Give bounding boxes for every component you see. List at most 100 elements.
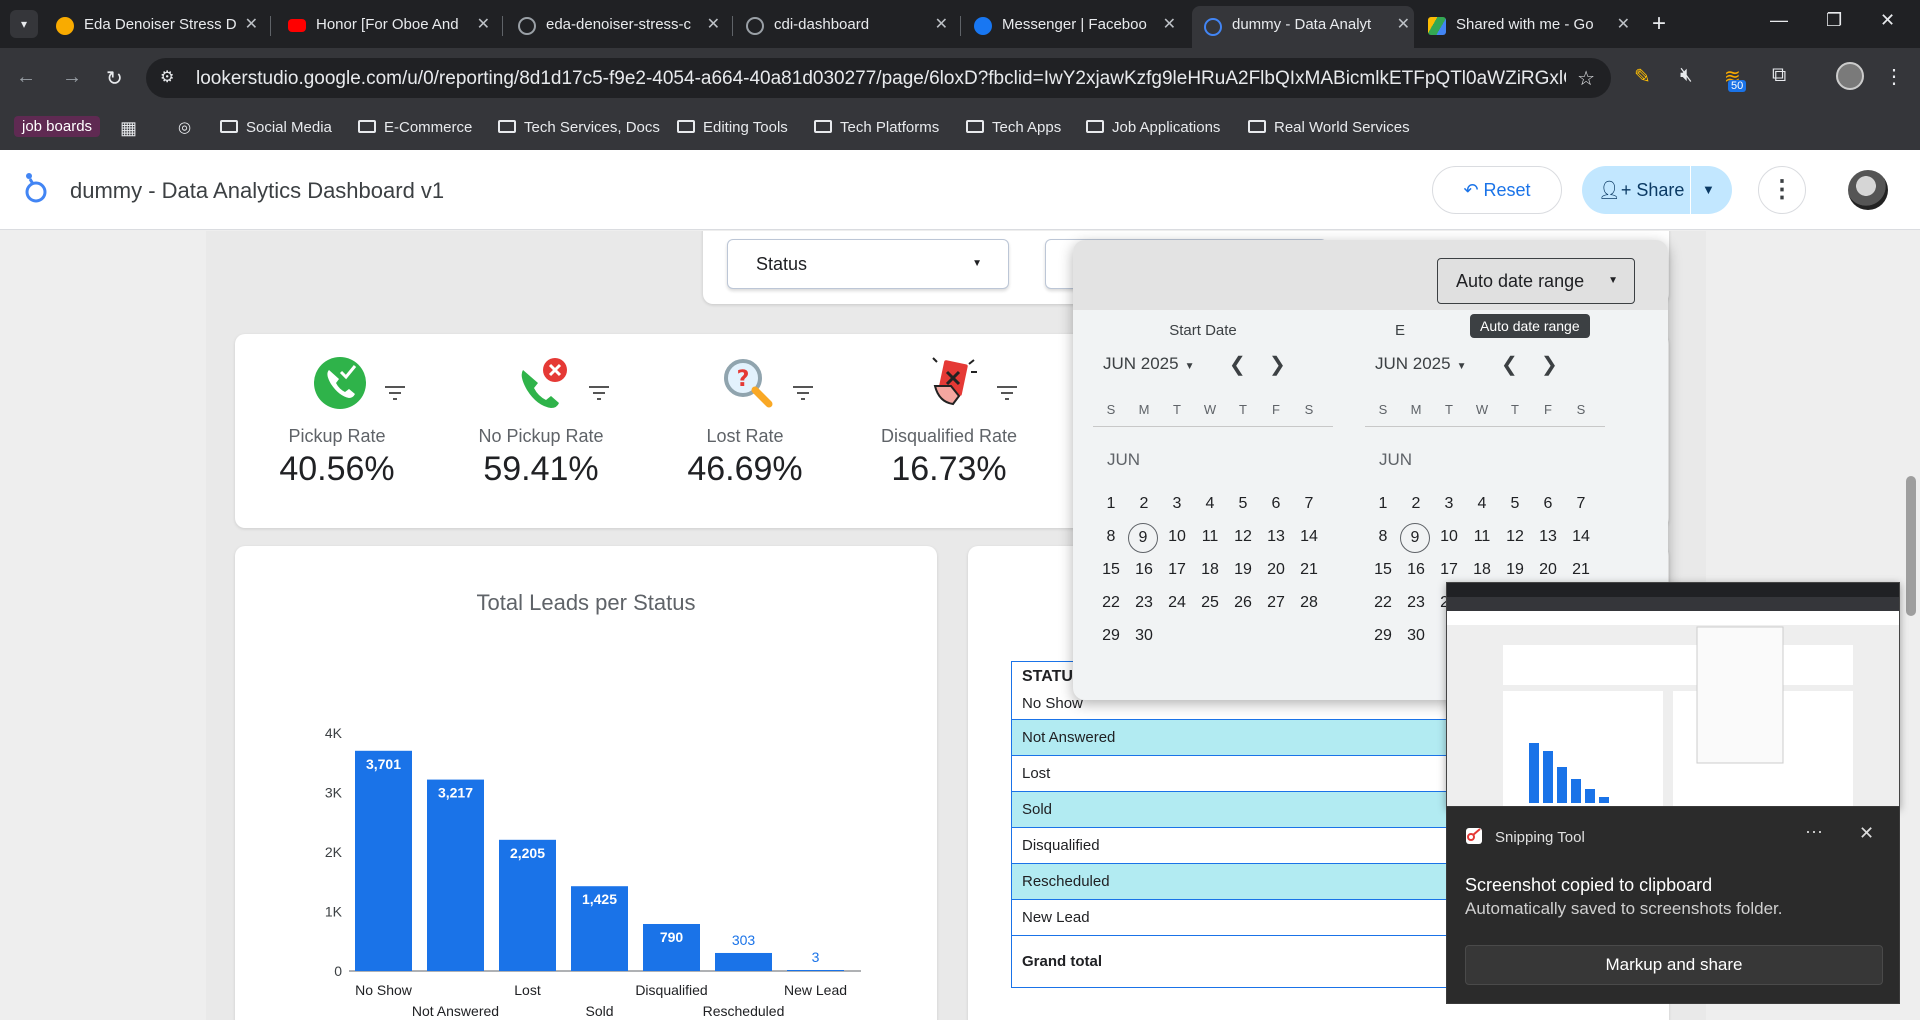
calendar-day[interactable]: 22 <box>1367 589 1399 617</box>
highlighter-extension-icon[interactable]: ✎ <box>1634 64 1651 89</box>
calendar-day[interactable]: 27 <box>1260 589 1292 617</box>
back-icon[interactable]: ← <box>16 66 36 89</box>
filter-icon[interactable] <box>385 386 405 400</box>
calendar-day[interactable]: 3 <box>1433 490 1465 518</box>
calendar-day[interactable]: 11 <box>1194 523 1226 551</box>
bar[interactable] <box>427 779 484 971</box>
calendar-day[interactable]: 7 <box>1565 490 1597 518</box>
bookmark-star-icon[interactable]: ☆ <box>1577 66 1595 91</box>
calendar-day[interactable]: 26 <box>1227 589 1259 617</box>
bookmark-folder[interactable]: Tech Platforms <box>814 116 939 140</box>
more-options-icon[interactable]: ··· <box>1805 821 1823 842</box>
calendar-day[interactable]: 10 <box>1433 523 1465 551</box>
looker-studio-logo-icon[interactable] <box>22 172 48 206</box>
tab-messenger[interactable]: Messenger | Faceboo ✕ <box>974 8 1180 42</box>
calendar-day[interactable]: 20 <box>1532 556 1564 584</box>
bookmark-job-boards[interactable]: job boards <box>14 116 101 137</box>
calendar-day[interactable]: 21 <box>1565 556 1597 584</box>
bar[interactable] <box>715 952 772 971</box>
kpi-pickup-rate[interactable]: Pickup Rate 40.56% <box>235 334 439 528</box>
bookmark-folder[interactable]: Editing Tools <box>677 116 788 140</box>
share-dropdown-icon[interactable]: ▼ <box>1702 166 1715 214</box>
close-icon[interactable]: ✕ <box>477 8 490 42</box>
close-icon[interactable]: ✕ <box>245 8 258 42</box>
bar[interactable] <box>355 750 412 971</box>
filter-icon[interactable] <box>997 386 1017 400</box>
calendar-day[interactable]: 12 <box>1227 523 1259 551</box>
calendar-day[interactable]: 12 <box>1499 523 1531 551</box>
calendar-day[interactable]: 18 <box>1466 556 1498 584</box>
tab-eda-denoiser-stress[interactable]: eda-denoiser-stress-c ✕ <box>518 8 724 42</box>
browser-menu-icon[interactable]: ⋮ <box>1884 64 1904 89</box>
profile-avatar[interactable] <box>1836 62 1864 90</box>
next-month-icon[interactable]: ❯ <box>1541 352 1558 377</box>
calendar-day[interactable]: 4 <box>1194 490 1226 518</box>
site-info-icon[interactable]: ⚙ <box>160 67 174 87</box>
calendar-day[interactable]: 23 <box>1400 589 1432 617</box>
bookmark-folder[interactable]: Real World Services <box>1248 116 1410 140</box>
bar[interactable] <box>787 970 844 971</box>
forward-icon[interactable]: → <box>62 66 82 89</box>
report-title[interactable]: dummy - Data Analytics Dashboard v1 <box>70 178 444 204</box>
calendar-day[interactable]: 9 <box>1128 523 1158 553</box>
kpi-no-pickup-rate[interactable]: No Pickup Rate 59.41% <box>439 334 643 528</box>
bookmark-folder[interactable]: Job Applications <box>1086 116 1220 140</box>
calendar-day[interactable]: 4 <box>1466 490 1498 518</box>
prev-month-icon[interactable]: ❮ <box>1229 352 1246 377</box>
tab-google-drive[interactable]: Shared with me - Go ✕ <box>1428 8 1634 42</box>
calendar-day[interactable]: 8 <box>1367 523 1399 551</box>
reload-icon[interactable]: ↻ <box>106 66 123 91</box>
calendar-day[interactable]: 14 <box>1293 523 1325 551</box>
calendar-day[interactable]: 13 <box>1260 523 1292 551</box>
calendar-day[interactable]: 5 <box>1499 490 1531 518</box>
screenshot-thumbnail[interactable] <box>1446 582 1900 808</box>
mute-icon[interactable]: 🔇︎ <box>1680 64 1693 87</box>
calendar-day[interactable]: 13 <box>1532 523 1564 551</box>
calendar-day[interactable]: 29 <box>1367 622 1399 650</box>
calendar-day[interactable]: 19 <box>1499 556 1531 584</box>
calendar-day[interactable]: 17 <box>1161 556 1193 584</box>
minimize-icon[interactable]: — <box>1770 10 1788 31</box>
bookmark-folder[interactable]: Tech Services, Docs <box>498 116 660 140</box>
calendar-day[interactable]: 30 <box>1128 622 1160 650</box>
new-tab-button[interactable]: + <box>1652 10 1666 38</box>
calendar-day[interactable]: 6 <box>1260 490 1292 518</box>
calendar-day[interactable]: 9 <box>1400 523 1430 553</box>
calendar-day[interactable]: 20 <box>1260 556 1292 584</box>
filter-icon[interactable] <box>589 386 609 400</box>
calendar-day[interactable]: 28 <box>1293 589 1325 617</box>
calendar-day[interactable]: 1 <box>1367 490 1399 518</box>
close-window-icon[interactable]: ✕ <box>1880 10 1895 31</box>
calendar-day[interactable]: 10 <box>1161 523 1193 551</box>
auto-date-range-dropdown[interactable]: Auto date range ▼ <box>1437 258 1635 304</box>
calendar-day[interactable]: 5 <box>1227 490 1259 518</box>
share-button[interactable]: 👤︎+ Share ▼ <box>1582 166 1732 214</box>
calendar-day[interactable]: 11 <box>1466 523 1498 551</box>
calendar-day[interactable]: 22 <box>1095 589 1127 617</box>
tab-dummy-dashboard[interactable]: dummy - Data Analyt ✕ <box>1192 6 1414 48</box>
url-text[interactable]: lookerstudio.google.com/u/0/reporting/8d… <box>196 68 1566 90</box>
calendar-day[interactable]: 16 <box>1400 556 1432 584</box>
markup-and-share-button[interactable]: Markup and share <box>1465 945 1883 985</box>
calendar-day[interactable]: 14 <box>1565 523 1597 551</box>
calendar-day[interactable]: 8 <box>1095 523 1127 551</box>
close-icon[interactable]: ✕ <box>1397 6 1410 44</box>
close-icon[interactable]: ✕ <box>1163 8 1176 42</box>
address-bar[interactable]: ⚙ lookerstudio.google.com/u/0/reporting/… <box>146 58 1611 98</box>
bookmark-folder[interactable]: Tech Apps <box>966 116 1061 140</box>
calendar-day[interactable]: 3 <box>1161 490 1193 518</box>
tab-cdi-dashboard[interactable]: cdi-dashboard ✕ <box>746 8 952 42</box>
calendar-day[interactable]: 6 <box>1532 490 1564 518</box>
calendar-day[interactable]: 15 <box>1367 556 1399 584</box>
month-selector[interactable]: JUN 2025 ▼ <box>1375 354 1467 374</box>
close-icon[interactable]: ✕ <box>1859 823 1874 844</box>
filter-icon[interactable] <box>793 386 813 400</box>
calendar-day[interactable]: 23 <box>1128 589 1160 617</box>
reset-button[interactable]: ↶ Reset <box>1432 166 1562 214</box>
tab-eda-denoiser[interactable]: Eda Denoiser Stress D ✕ <box>56 8 262 42</box>
calendar-day[interactable]: 18 <box>1194 556 1226 584</box>
kpi-disqualified-rate[interactable]: Disqualified Rate 16.73% <box>847 334 1051 528</box>
close-icon[interactable]: ✕ <box>1617 8 1630 42</box>
calendar-day[interactable]: 2 <box>1400 490 1432 518</box>
next-month-icon[interactable]: ❯ <box>1269 352 1286 377</box>
